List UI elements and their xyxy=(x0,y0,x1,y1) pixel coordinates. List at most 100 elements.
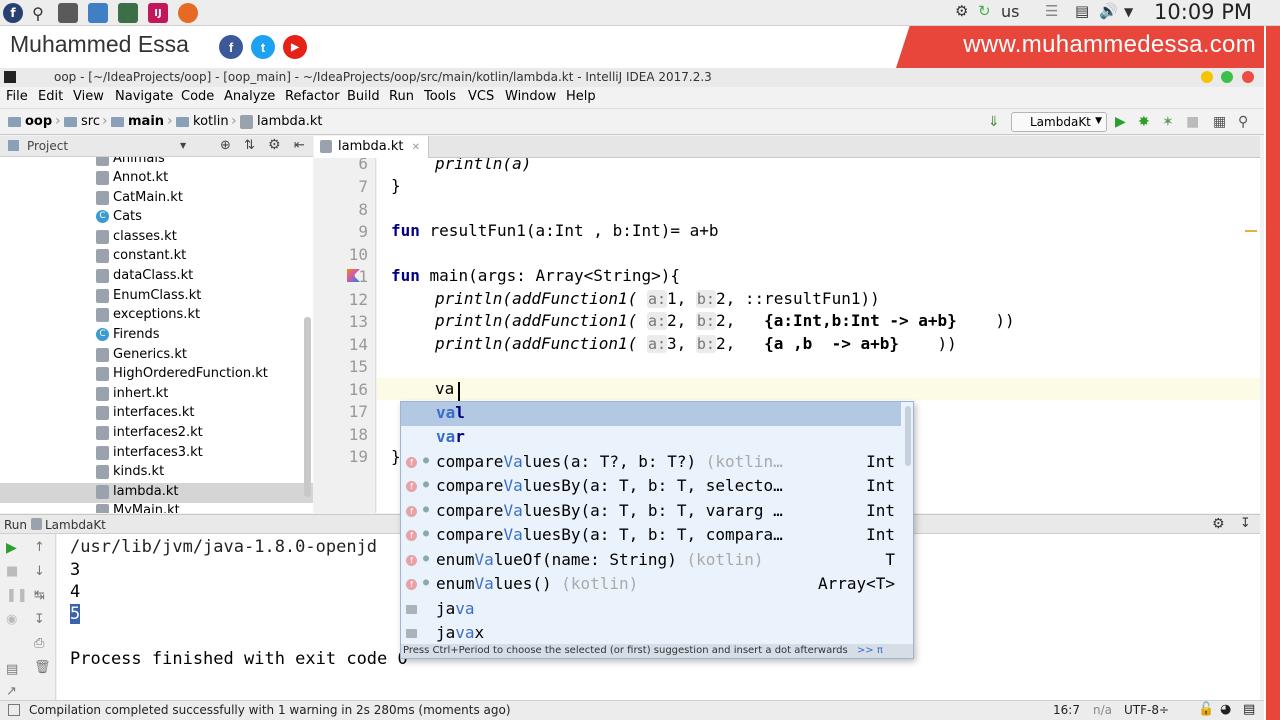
tree-item-selected[interactable]: lambda.kt xyxy=(96,482,313,501)
minimize-button[interactable] xyxy=(1201,71,1213,83)
project-structure-icon[interactable]: ▦ xyxy=(1213,114,1226,130)
tab-lambda-kt[interactable]: lambda.kt ✕ xyxy=(314,136,430,158)
wifi-icon[interactable]: ☰ xyxy=(1045,2,1058,20)
maximize-button[interactable] xyxy=(1221,71,1233,83)
cursor-position[interactable]: 16:7 xyxy=(1053,703,1080,717)
tree-item[interactable]: C Firends xyxy=(96,325,313,344)
breadcrumb-main[interactable]: main xyxy=(111,114,164,129)
tree-item[interactable]: classes.kt xyxy=(96,227,313,246)
tree-item[interactable]: Animals xyxy=(96,157,313,168)
status-message[interactable]: Compilation completed successfully with … xyxy=(29,703,511,717)
breadcrumb-kotlin[interactable]: kotlin xyxy=(176,114,229,129)
intellij-icon[interactable]: IJ xyxy=(148,3,168,23)
tree-item[interactable]: interfaces2.kt xyxy=(96,423,313,442)
clock[interactable]: 10:09 PM xyxy=(1154,0,1252,24)
search-icon[interactable]: ⚲ xyxy=(28,3,48,23)
soft-wrap-icon[interactable]: ↹ xyxy=(34,588,45,603)
tree-item[interactable]: Generics.kt xyxy=(96,345,313,364)
up-icon[interactable]: ↑ xyxy=(34,540,45,555)
git-icon[interactable]: ◕ xyxy=(1220,702,1231,717)
run-icon[interactable]: ▶ xyxy=(1115,114,1126,130)
code-completion-popup[interactable]: val var f ● compareValues(a: T?, b: T?) (… xyxy=(400,401,914,659)
pause-icon[interactable]: ❚❚ xyxy=(6,588,28,603)
close-button[interactable] xyxy=(1242,71,1254,83)
files-icon[interactable] xyxy=(88,3,108,23)
rerun-icon[interactable]: ▶ xyxy=(6,540,17,556)
chevron-down-icon[interactable]: ▼ xyxy=(180,141,186,150)
system-monitor-icon[interactable] xyxy=(118,3,138,23)
camera-icon[interactable]: ◉ xyxy=(6,612,17,627)
accessibility-icon[interactable]: ⚙ xyxy=(955,2,968,20)
tree-item[interactable]: exceptions.kt xyxy=(96,305,313,324)
tree-item[interactable]: dataClass.kt xyxy=(96,266,313,285)
pin-icon[interactable]: ↗ xyxy=(6,684,17,699)
hide-panel-icon[interactable]: ↧ xyxy=(1240,516,1251,531)
tree-item[interactable]: C Cats xyxy=(96,207,313,226)
completion-item[interactable]: f ● enumValues() (kotlin) Array<T> xyxy=(401,573,901,597)
menu-navigate[interactable]: Navigate xyxy=(115,89,173,104)
debug-icon[interactable]: ✸ xyxy=(1138,114,1150,130)
keyboard-layout[interactable]: us xyxy=(1001,2,1019,21)
tree-item[interactable]: kinds.kt xyxy=(96,462,313,481)
project-tree-scrollbar[interactable] xyxy=(304,317,311,497)
completion-item[interactable]: java xyxy=(401,598,901,622)
completion-pi-icon[interactable]: π xyxy=(877,645,883,656)
project-tree[interactable]: Animals Annot.kt CatMain.kt C Cats classe… xyxy=(0,157,313,513)
completion-more-link[interactable]: >> xyxy=(857,645,874,656)
coverage-icon[interactable]: ✶ xyxy=(1162,114,1174,130)
menu-tools[interactable]: Tools xyxy=(424,89,456,104)
tree-item[interactable]: CatMain.kt xyxy=(96,188,313,207)
scroll-to-end-icon[interactable]: ↧ xyxy=(34,612,45,627)
menu-view[interactable]: View xyxy=(73,89,104,104)
hide-panel-icon[interactable]: ⇤ xyxy=(294,138,305,153)
stop-icon[interactable]: ■ xyxy=(1186,114,1199,130)
run-panel-label[interactable]: Run xyxy=(4,518,27,532)
tree-item[interactable]: interfaces.kt xyxy=(96,403,313,422)
menu-edit[interactable]: Edit xyxy=(38,89,63,104)
firefox-icon[interactable] xyxy=(178,3,198,23)
line-separator[interactable]: n/a xyxy=(1093,703,1112,717)
tree-item[interactable]: Annot.kt xyxy=(96,168,313,187)
print-icon[interactable]: ⎙ xyxy=(34,636,44,651)
menu-run[interactable]: Run xyxy=(389,89,414,104)
stop-icon[interactable]: ■ xyxy=(6,564,18,579)
completion-item[interactable]: f ● compareValues(a: T?, b: T?) (kotlin… … xyxy=(401,451,901,475)
warning-marker[interactable] xyxy=(1245,230,1257,232)
menu-window[interactable]: Window xyxy=(505,89,556,104)
completion-item[interactable]: javax xyxy=(401,622,901,646)
layout-icon[interactable]: ▤ xyxy=(6,662,18,677)
scroll-from-source-icon[interactable]: ⊕ xyxy=(220,138,231,153)
tree-item[interactable]: MyMain.kt xyxy=(96,501,313,513)
fedora-menu-icon[interactable]: f xyxy=(3,3,23,23)
sync-icon[interactable]: ↻ xyxy=(978,2,991,20)
chevron-down-icon[interactable]: ▼ xyxy=(1124,5,1133,19)
completion-item[interactable]: f ● enumValueOf(name: String) (kotlin) T xyxy=(401,549,901,573)
desktop-icon[interactable] xyxy=(58,3,78,23)
menu-vcs[interactable]: VCS xyxy=(468,89,494,104)
menu-help[interactable]: Help xyxy=(566,89,596,104)
gear-icon[interactable]: ⚙ xyxy=(268,137,281,153)
file-encoding[interactable]: UTF-8÷ xyxy=(1124,703,1169,717)
project-panel-title[interactable]: Project xyxy=(27,139,68,153)
tree-item[interactable]: HighOrderedFunction.kt xyxy=(96,364,313,383)
menu-code[interactable]: Code xyxy=(181,89,214,104)
down-icon[interactable]: ↓ xyxy=(34,564,45,579)
run-config-tab[interactable]: LambdaKt xyxy=(45,518,106,532)
trash-icon[interactable]: 🗑 xyxy=(34,660,51,675)
completion-scrollbar[interactable] xyxy=(905,406,911,466)
breadcrumb-oop[interactable]: oop xyxy=(8,114,52,129)
gear-icon[interactable]: ⚙ xyxy=(1212,516,1225,532)
tree-item[interactable]: interfaces3.kt xyxy=(96,443,313,462)
tree-item[interactable]: EnumClass.kt xyxy=(96,286,313,305)
completion-item[interactable]: var xyxy=(401,426,901,450)
collapse-all-icon[interactable]: ⇅ xyxy=(244,138,255,153)
event-log-icon[interactable]: ▤ xyxy=(1243,702,1255,717)
status-layout-icon[interactable] xyxy=(8,704,20,716)
tree-item[interactable]: constant.kt xyxy=(96,246,313,265)
search-everywhere-icon[interactable]: ⚲ xyxy=(1238,114,1248,130)
completion-item[interactable]: f ● compareValuesBy(a: T, b: T, compara… … xyxy=(401,524,901,548)
completion-item-selected[interactable]: val xyxy=(401,402,901,426)
menu-build[interactable]: Build xyxy=(347,89,380,104)
close-icon[interactable]: ✕ xyxy=(412,142,420,153)
run-configuration-select[interactable]: LambdaKt ▼ xyxy=(1011,112,1107,132)
